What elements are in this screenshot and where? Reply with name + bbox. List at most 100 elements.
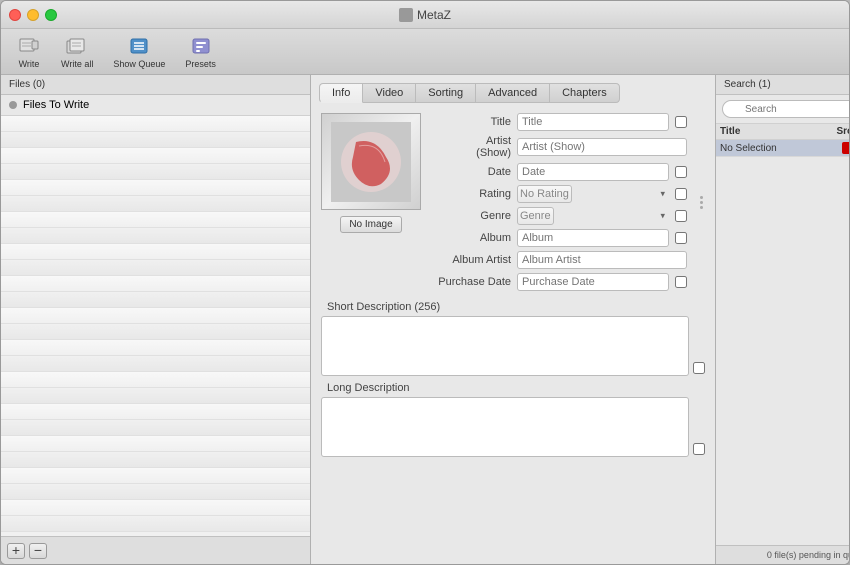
genre-checkbox[interactable]	[675, 210, 687, 222]
long-description-wrapper	[321, 397, 705, 457]
list-item	[1, 468, 310, 484]
show-queue-label: Show Queue	[113, 59, 165, 69]
list-item	[1, 164, 310, 180]
title-label: Title	[431, 116, 511, 128]
album-artist-input[interactable]	[517, 251, 687, 269]
list-item	[1, 340, 310, 356]
no-image-button[interactable]: No Image	[340, 216, 401, 233]
maximize-button[interactable]	[45, 9, 57, 21]
date-checkbox[interactable]	[675, 166, 687, 178]
tab-info[interactable]: Info	[319, 83, 363, 103]
rating-select[interactable]: No Rating 1 Star 2 Stars 3 Stars 4 Stars…	[517, 185, 572, 203]
fields-area: Title Artist(Show) Date	[431, 113, 687, 291]
info-top: No Image Title Artist(Show)	[321, 113, 705, 291]
presets-button[interactable]: Presets	[179, 31, 222, 73]
remove-file-button[interactable]: −	[29, 543, 47, 559]
list-item	[1, 388, 310, 404]
artist-input[interactable]	[517, 138, 687, 156]
list-item	[1, 452, 310, 468]
list-item	[1, 212, 310, 228]
write-button[interactable]: Write	[11, 31, 47, 73]
list-item	[1, 196, 310, 212]
files-panel-header: Files (0)	[1, 75, 310, 95]
list-item	[1, 484, 310, 500]
add-file-button[interactable]: +	[7, 543, 25, 559]
files-list[interactable]: Files To Write	[1, 95, 310, 536]
search-result-row[interactable]: No Selection	[716, 140, 849, 157]
album-row: Album	[431, 229, 687, 247]
minimize-button[interactable]	[27, 9, 39, 21]
list-item	[1, 292, 310, 308]
search-input[interactable]	[722, 100, 849, 118]
tabs: Info Video Sorting Advanced Chapters	[311, 75, 715, 103]
resize-handle[interactable]	[697, 113, 705, 291]
close-button[interactable]	[9, 9, 21, 21]
purchase-date-checkbox[interactable]	[675, 276, 687, 288]
write-all-button[interactable]: Write all	[55, 31, 99, 73]
date-input[interactable]	[517, 163, 669, 181]
files-panel: Files (0) Files To Write	[1, 75, 311, 564]
search-results-list[interactable]: No Selection	[716, 140, 849, 545]
album-artist-row: Album Artist	[431, 251, 687, 269]
list-item	[1, 324, 310, 340]
rating-select-wrapper: No Rating 1 Star 2 Stars 3 Stars 4 Stars…	[517, 185, 669, 203]
genre-select[interactable]: Genre	[517, 207, 554, 225]
info-panel: Info Video Sorting Advanced Chapters	[311, 75, 716, 564]
write-all-label: Write all	[61, 59, 93, 69]
long-description-checkbox[interactable]	[693, 443, 705, 455]
tab-sorting[interactable]: Sorting	[415, 83, 476, 103]
files-footer: + −	[1, 536, 310, 564]
show-queue-button[interactable]: Show Queue	[107, 31, 171, 73]
toolbar: Write Write all	[1, 29, 849, 75]
purchase-date-input[interactable]	[517, 273, 669, 291]
album-input[interactable]	[517, 229, 669, 247]
rating-checkbox[interactable]	[675, 188, 687, 200]
list-item	[1, 372, 310, 388]
resize-dots	[700, 196, 703, 209]
short-description-label: Short Description (256)	[321, 301, 705, 313]
purchase-date-label: Purchase Date	[431, 276, 511, 288]
title-checkbox[interactable]	[675, 116, 687, 128]
list-item	[1, 132, 310, 148]
main-content: Files (0) Files To Write	[1, 75, 849, 564]
short-description-checkbox[interactable]	[693, 362, 705, 374]
list-item	[1, 500, 310, 516]
search-result-title: No Selection	[720, 143, 842, 154]
tab-advanced[interactable]: Advanced	[475, 83, 550, 103]
search-panel-header: Search (1)	[716, 75, 849, 95]
short-description-textarea[interactable]	[321, 316, 689, 376]
files-list-header: Files To Write	[1, 95, 310, 116]
rating-label: Rating	[431, 188, 511, 200]
long-description-section: Long Description	[321, 382, 705, 457]
tab-video[interactable]: Video	[362, 83, 416, 103]
title-row: Title	[431, 113, 687, 131]
files-list-header-label: Files To Write	[23, 99, 89, 111]
album-checkbox[interactable]	[675, 232, 687, 244]
artwork-image[interactable]	[321, 113, 421, 210]
list-item	[1, 228, 310, 244]
artist-row: Artist(Show)	[431, 135, 687, 159]
write-all-icon	[66, 35, 88, 57]
long-description-textarea[interactable]	[321, 397, 689, 457]
short-description-wrapper	[321, 316, 705, 376]
search-footer: 0 file(s) pending in queue	[716, 545, 849, 564]
files-list-dot	[9, 101, 17, 109]
info-form: No Image Title Artist(Show)	[311, 103, 715, 564]
search-box-inner: 🔍	[722, 100, 849, 118]
purchase-date-row: Purchase Date	[431, 273, 687, 291]
album-label: Album	[431, 232, 511, 244]
list-item	[1, 404, 310, 420]
title-input[interactable]	[517, 113, 669, 131]
write-icon	[18, 35, 40, 57]
list-item	[1, 148, 310, 164]
tab-chapters[interactable]: Chapters	[549, 83, 620, 103]
list-item	[1, 180, 310, 196]
window-title: MetaZ	[399, 8, 451, 22]
presets-label: Presets	[185, 59, 216, 69]
main-window: MetaZ Write	[0, 0, 850, 565]
list-item	[1, 244, 310, 260]
date-label: Date	[431, 166, 511, 178]
short-description-section: Short Description (256)	[321, 301, 705, 376]
app-icon	[399, 8, 413, 22]
search-col-src: Src	[832, 126, 849, 137]
